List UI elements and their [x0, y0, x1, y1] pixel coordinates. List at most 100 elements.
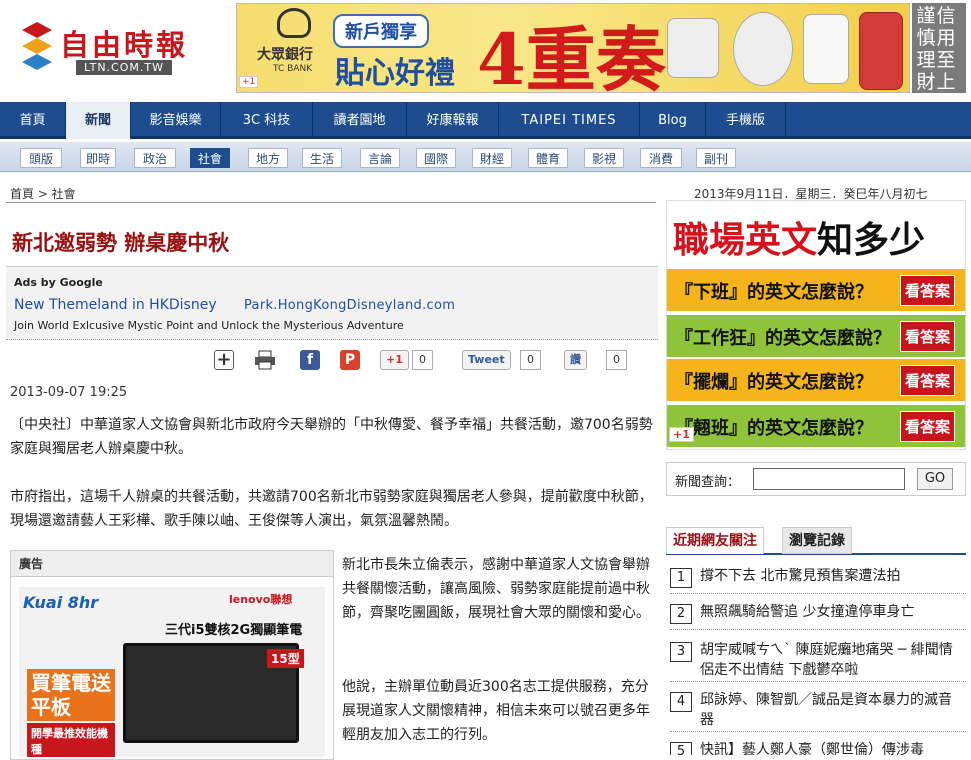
rank-link[interactable]: 快訊】藝人鄭人豪（鄭世倫）傳涉毒	[700, 740, 964, 755]
sub-politics[interactable]: 政治	[134, 148, 176, 168]
bank-logo-icon	[277, 8, 311, 38]
nav-blog[interactable]: Blog	[640, 102, 706, 139]
hairdryer-image	[667, 18, 719, 78]
print-icon[interactable]	[254, 350, 276, 370]
side-banner-text-2: 信用至上	[936, 5, 956, 93]
nav-mobile[interactable]: 手機版	[706, 102, 786, 139]
ad-title-red: 職場英文	[673, 220, 818, 261]
tweet-button[interactable]: Tweet	[462, 350, 511, 370]
logo-text: 自由時報	[60, 28, 189, 62]
facebook-icon[interactable]: f	[300, 350, 320, 370]
like-count: 0	[606, 350, 627, 370]
ranking-item[interactable]: 3 胡宇威喊ㄘㄟˋ 陳庭妮癱地痛哭 ─ 緋聞情侶走不出情結 下戲鬱卒啦	[670, 640, 966, 682]
english-quiz-ad[interactable]: 職場英文知多少 『下班』的英文怎麼說？ 看答案 『工作狂』的英文怎麼說？ 看答案…	[666, 200, 966, 450]
sub-front-page[interactable]: 頭版	[20, 148, 62, 168]
ad-brand-left: Kuai 8hr	[23, 593, 99, 612]
bank-english-name: TC BANK	[273, 64, 313, 74]
sub-showbiz[interactable]: 影視	[584, 148, 624, 168]
sub-breaking[interactable]: 即時	[80, 148, 116, 168]
sub-supplement[interactable]: 副刊	[696, 148, 736, 168]
article-paragraph: 他說，主辦單位動員近300名志工提供服務，充分展現道家人文關懷精神，相信未來可以…	[342, 679, 650, 743]
add-icon[interactable]: +	[214, 350, 234, 370]
article-paragraph: 市府指出，這場千人辦桌的共餐活動，共邀請700名新北市弱勢家庭與獨居老人參與，提…	[10, 489, 653, 529]
sub-life[interactable]: 生活	[302, 148, 342, 168]
divider	[6, 202, 656, 203]
rank-link[interactable]: 撐不下去 北市驚見預售案遭法拍	[700, 566, 964, 586]
ranking-item[interactable]: 2 無照飆騎給警追 少女撞違停車身亡	[670, 602, 966, 630]
ad-title-black: 知多少	[817, 220, 926, 261]
see-answer-button[interactable]: 看答案	[899, 275, 955, 306]
logo-subtitle: LTN.COM.TW	[76, 60, 172, 75]
nav-deals[interactable]: 好康報報	[407, 102, 499, 139]
popular-tabs: 近期網友關注 瀏覽記錄	[666, 527, 966, 555]
promo-label: 新戶獨享	[333, 14, 429, 48]
rank-number: 5	[670, 742, 692, 755]
gplus-button[interactable]: +1	[239, 76, 259, 88]
facebook-like-button[interactable]: 讚	[564, 350, 587, 370]
laptop-ad-image: Kuai 8hr lenovo聯想 三代i5雙核2G獨顯筆電 15型 買筆電送平…	[19, 587, 325, 757]
rank-link[interactable]: 無照飆騎給警追 少女撞違停車身亡	[700, 602, 964, 622]
nav-news[interactable]: 新聞	[66, 102, 131, 139]
tab-history[interactable]: 瀏覽記錄	[782, 527, 852, 554]
search-go-button[interactable]: GO	[917, 468, 953, 490]
gplus-count: 0	[412, 350, 433, 370]
sub-consumer[interactable]: 消費	[640, 148, 682, 168]
quiz-row[interactable]: 『下班』的英文怎麼說？ 看答案	[667, 269, 965, 311]
quiz-question: 『工作狂』的英文怎麼說？	[675, 328, 891, 349]
tab-popular[interactable]: 近期網友關注	[666, 527, 764, 554]
bank-name: 大眾銀行	[257, 47, 313, 63]
sub-opinion[interactable]: 言論	[360, 148, 400, 168]
side-banner-ad[interactable]: 謹慎理財信用至上	[912, 3, 966, 93]
ranking-item[interactable]: 5 快訊】藝人鄭人豪（鄭世倫）傳涉毒	[670, 740, 966, 755]
sub-navigation: 頭版 即時 政治 社會 地方 生活 言論 國際 財經 體育 影視 消費 副刊	[0, 142, 971, 172]
nav-taipei-times[interactable]: TAIPEI TIMES	[499, 102, 640, 139]
site-logo[interactable]: 自由時報 LTN.COM.TW	[14, 14, 214, 78]
nav-entertainment[interactable]: 影音娛樂	[131, 102, 221, 139]
fan-image	[733, 12, 793, 86]
coffee-maker-image	[803, 14, 849, 84]
plurk-icon[interactable]: P	[340, 350, 360, 370]
nav-tech[interactable]: 3C 科技	[221, 102, 313, 139]
ads-by-google[interactable]: Ads by Google	[14, 276, 103, 289]
see-answer-button[interactable]: 看答案	[899, 321, 955, 352]
gplus-button[interactable]: +1	[669, 427, 694, 442]
ad-promo: 買筆電送平板	[27, 669, 115, 721]
ad-description: Join World Exlcusive Mystic Point and Un…	[14, 319, 404, 332]
google-ads-box: Ads by Google New Themeland in HKDisney …	[6, 266, 658, 340]
ad-url[interactable]: Park.HongKongDisneyland.com	[244, 298, 455, 313]
quiz-row[interactable]: 『擺爛』的英文怎麼說？ 看答案	[667, 359, 965, 401]
ad-promo-sub: 開學最推效能機種	[27, 723, 115, 757]
sub-sports[interactable]: 體育	[528, 148, 568, 168]
search-input[interactable]	[753, 468, 905, 490]
ad-link[interactable]: New Themeland in HKDisney	[14, 297, 217, 313]
nav-home[interactable]: 首頁	[0, 102, 66, 139]
ranking-item[interactable]: 1 撐不下去 北市驚見預售案遭法拍	[670, 566, 966, 594]
article-timestamp: 2013-09-07 19:25	[10, 385, 128, 400]
quiz-question: 『擺爛』的英文怎麼說？	[675, 372, 873, 393]
promo-big: 4重奏	[477, 18, 666, 93]
sub-international[interactable]: 國際	[416, 148, 456, 168]
sub-finance[interactable]: 財經	[472, 148, 512, 168]
rank-link[interactable]: 邱詠婷、陳智凱／誠品是資本暴力的滅音器	[700, 690, 964, 730]
gplus-share-button[interactable]: +1	[380, 350, 409, 370]
inline-ad-block[interactable]: 廣告 Kuai 8hr lenovo聯想 三代i5雙核2G獨顯筆電 15型 買筆…	[10, 550, 334, 760]
sub-local[interactable]: 地方	[248, 148, 288, 168]
quiz-row[interactable]: 『工作狂』的英文怎麼說？ 看答案	[667, 315, 965, 357]
ad-badge: 15型	[267, 649, 304, 668]
ad-title: 職場英文知多少	[673, 211, 925, 263]
article-paragraph: 新北市長朱立倫表示，感謝中華道家人文協會舉辦共餐關懷活動，讓高風險、弱勢家庭能提…	[342, 557, 650, 621]
see-answer-button[interactable]: 看答案	[899, 365, 955, 396]
top-banner-ad[interactable]: 大眾銀行 TC BANK 新戶獨享 貼心好禮 4重奏 +1	[236, 3, 910, 93]
promo-main: 貼心好禮	[335, 56, 455, 91]
sub-society[interactable]: 社會	[190, 148, 230, 168]
breadcrumb[interactable]: 首頁 > 社會	[10, 185, 76, 202]
see-answer-button[interactable]: 看答案	[899, 411, 955, 442]
ad-product: 三代i5雙核2G獨顯筆電	[165, 623, 303, 638]
news-search: 新聞查詢： GO	[666, 462, 966, 496]
rank-link[interactable]: 胡宇威喊ㄘㄟˋ 陳庭妮癱地痛哭 ─ 緋聞情侶走不出情結 下戲鬱卒啦	[700, 640, 964, 680]
nav-readers[interactable]: 讀者園地	[313, 102, 407, 139]
quiz-row[interactable]: 『翹班』的英文怎麼說？ 看答案	[667, 405, 965, 447]
ad-brand-right: lenovo聯想	[229, 593, 293, 606]
quiz-question: 『翹班』的英文怎麼說？	[675, 418, 873, 439]
ranking-item[interactable]: 4 邱詠婷、陳智凱／誠品是資本暴力的滅音器	[670, 690, 966, 732]
